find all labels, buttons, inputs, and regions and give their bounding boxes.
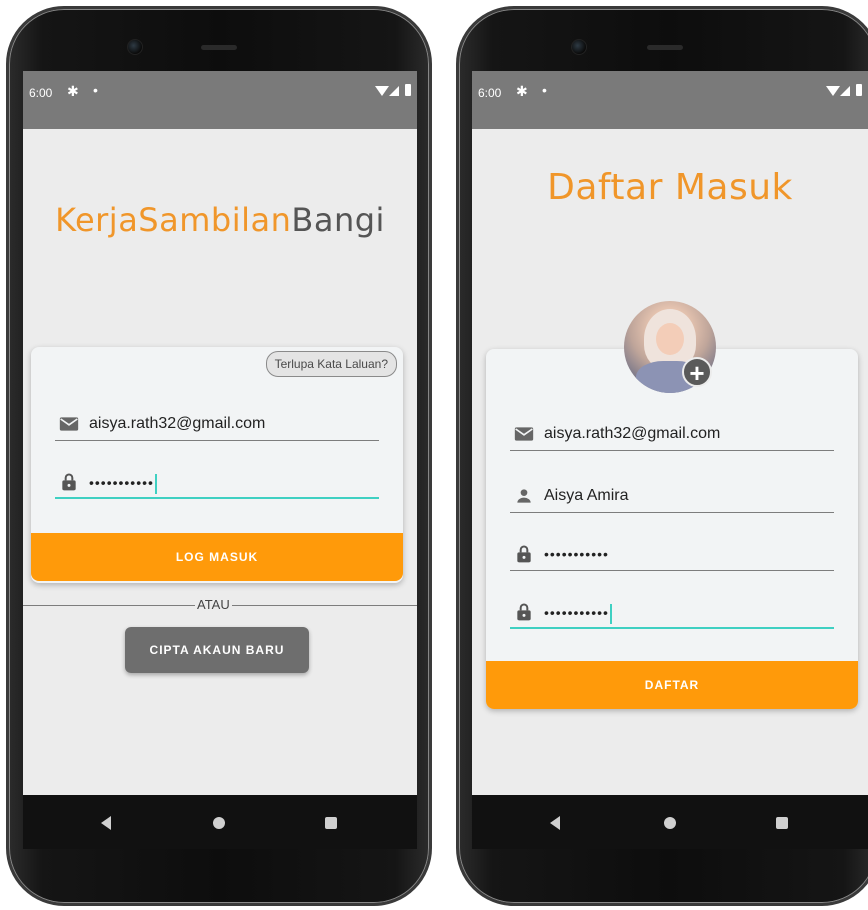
email-value: aisya.rath32@gmail.com	[544, 425, 721, 442]
register-title: Daftar Masuk	[547, 167, 793, 208]
text-caret	[154, 474, 157, 494]
avatar-face-shape	[656, 323, 684, 355]
notification-dot-icon: •	[93, 82, 98, 98]
person-icon	[517, 489, 531, 503]
forgot-password-button[interactable]: Terlupa Kata Laluan?	[265, 351, 397, 377]
login-card: Terlupa Kata Laluan? aisya.rath32@gmail.…	[31, 347, 403, 583]
nav-home-icon[interactable]	[213, 817, 225, 829]
nav-recents-icon[interactable]	[776, 817, 788, 829]
phone-frame-login: 6:00 ✱ • KerjaSambilanBangi Terlupa Kata…	[6, 6, 432, 906]
nav-back-icon[interactable]	[550, 816, 560, 830]
nav-back-icon[interactable]	[101, 816, 111, 830]
email-field[interactable]: aisya.rath32@gmail.com	[55, 407, 379, 441]
or-separator-text: ATAU	[195, 597, 232, 612]
confirm-password-value: •••••••••••	[544, 604, 612, 624]
status-bar: 6:00 ✱ •	[472, 71, 868, 129]
email-icon	[59, 417, 79, 431]
text-caret	[609, 604, 612, 624]
notification-dot-icon: •	[542, 82, 547, 98]
phone-frame-register: 6:00 ✱ • Daftar Masuk aisya.rath32@gmail…	[456, 6, 868, 906]
login-button[interactable]: LOG MASUK	[31, 533, 403, 581]
register-screen: 6:00 ✱ • Daftar Masuk aisya.rath32@gmail…	[472, 71, 868, 849]
password-field[interactable]: •••••••••••	[510, 537, 834, 571]
nav-home-icon[interactable]	[664, 817, 676, 829]
password-dots: •••••••••••	[89, 474, 154, 491]
lock-icon	[62, 473, 76, 491]
register-card: aisya.rath32@gmail.com Aisya Amira •••••…	[486, 349, 858, 709]
password-value: •••••••••••	[89, 474, 157, 494]
battery-icon	[405, 84, 411, 96]
nav-recents-icon[interactable]	[325, 817, 337, 829]
email-icon	[514, 427, 534, 441]
app-title-main: KerjaSambilan	[55, 201, 292, 239]
email-value: aisya.rath32@gmail.com	[89, 415, 266, 432]
earpiece-speaker	[201, 45, 237, 50]
app-title: KerjaSambilanBangi	[23, 201, 417, 239]
name-field[interactable]: Aisya Amira	[510, 479, 834, 513]
front-camera	[127, 39, 143, 55]
status-time: 6:00	[29, 86, 53, 100]
settings-icon: ✱	[516, 83, 528, 99]
status-bar: 6:00 ✱ •	[23, 71, 417, 129]
app-title-accent: Bangi	[291, 201, 385, 239]
navigation-bar	[472, 795, 868, 849]
login-screen: 6:00 ✱ • KerjaSambilanBangi Terlupa Kata…	[23, 71, 417, 849]
add-photo-icon[interactable]: +	[682, 357, 712, 387]
email-field[interactable]: aisya.rath32@gmail.com	[510, 417, 834, 451]
earpiece-speaker	[647, 45, 683, 50]
signal-icon	[389, 86, 399, 96]
confirm-password-field[interactable]: •••••••••••	[510, 595, 834, 629]
signal-icon	[840, 86, 850, 96]
navigation-bar	[23, 795, 417, 849]
lock-icon	[517, 603, 531, 621]
create-account-button[interactable]: CIPTA AKAUN BARU	[125, 627, 309, 673]
password-field[interactable]: •••••••••••	[55, 465, 379, 499]
status-time: 6:00	[478, 86, 502, 100]
name-value: Aisya Amira	[544, 487, 629, 504]
register-button[interactable]: DAFTAR	[486, 661, 858, 709]
battery-icon	[856, 84, 862, 96]
password-dots: •••••••••••	[544, 604, 609, 621]
password-value: •••••••••••	[544, 546, 609, 562]
lock-icon	[517, 545, 531, 563]
wifi-icon	[375, 86, 389, 96]
settings-icon: ✱	[67, 83, 79, 99]
wifi-icon	[826, 86, 840, 96]
front-camera	[571, 39, 587, 55]
